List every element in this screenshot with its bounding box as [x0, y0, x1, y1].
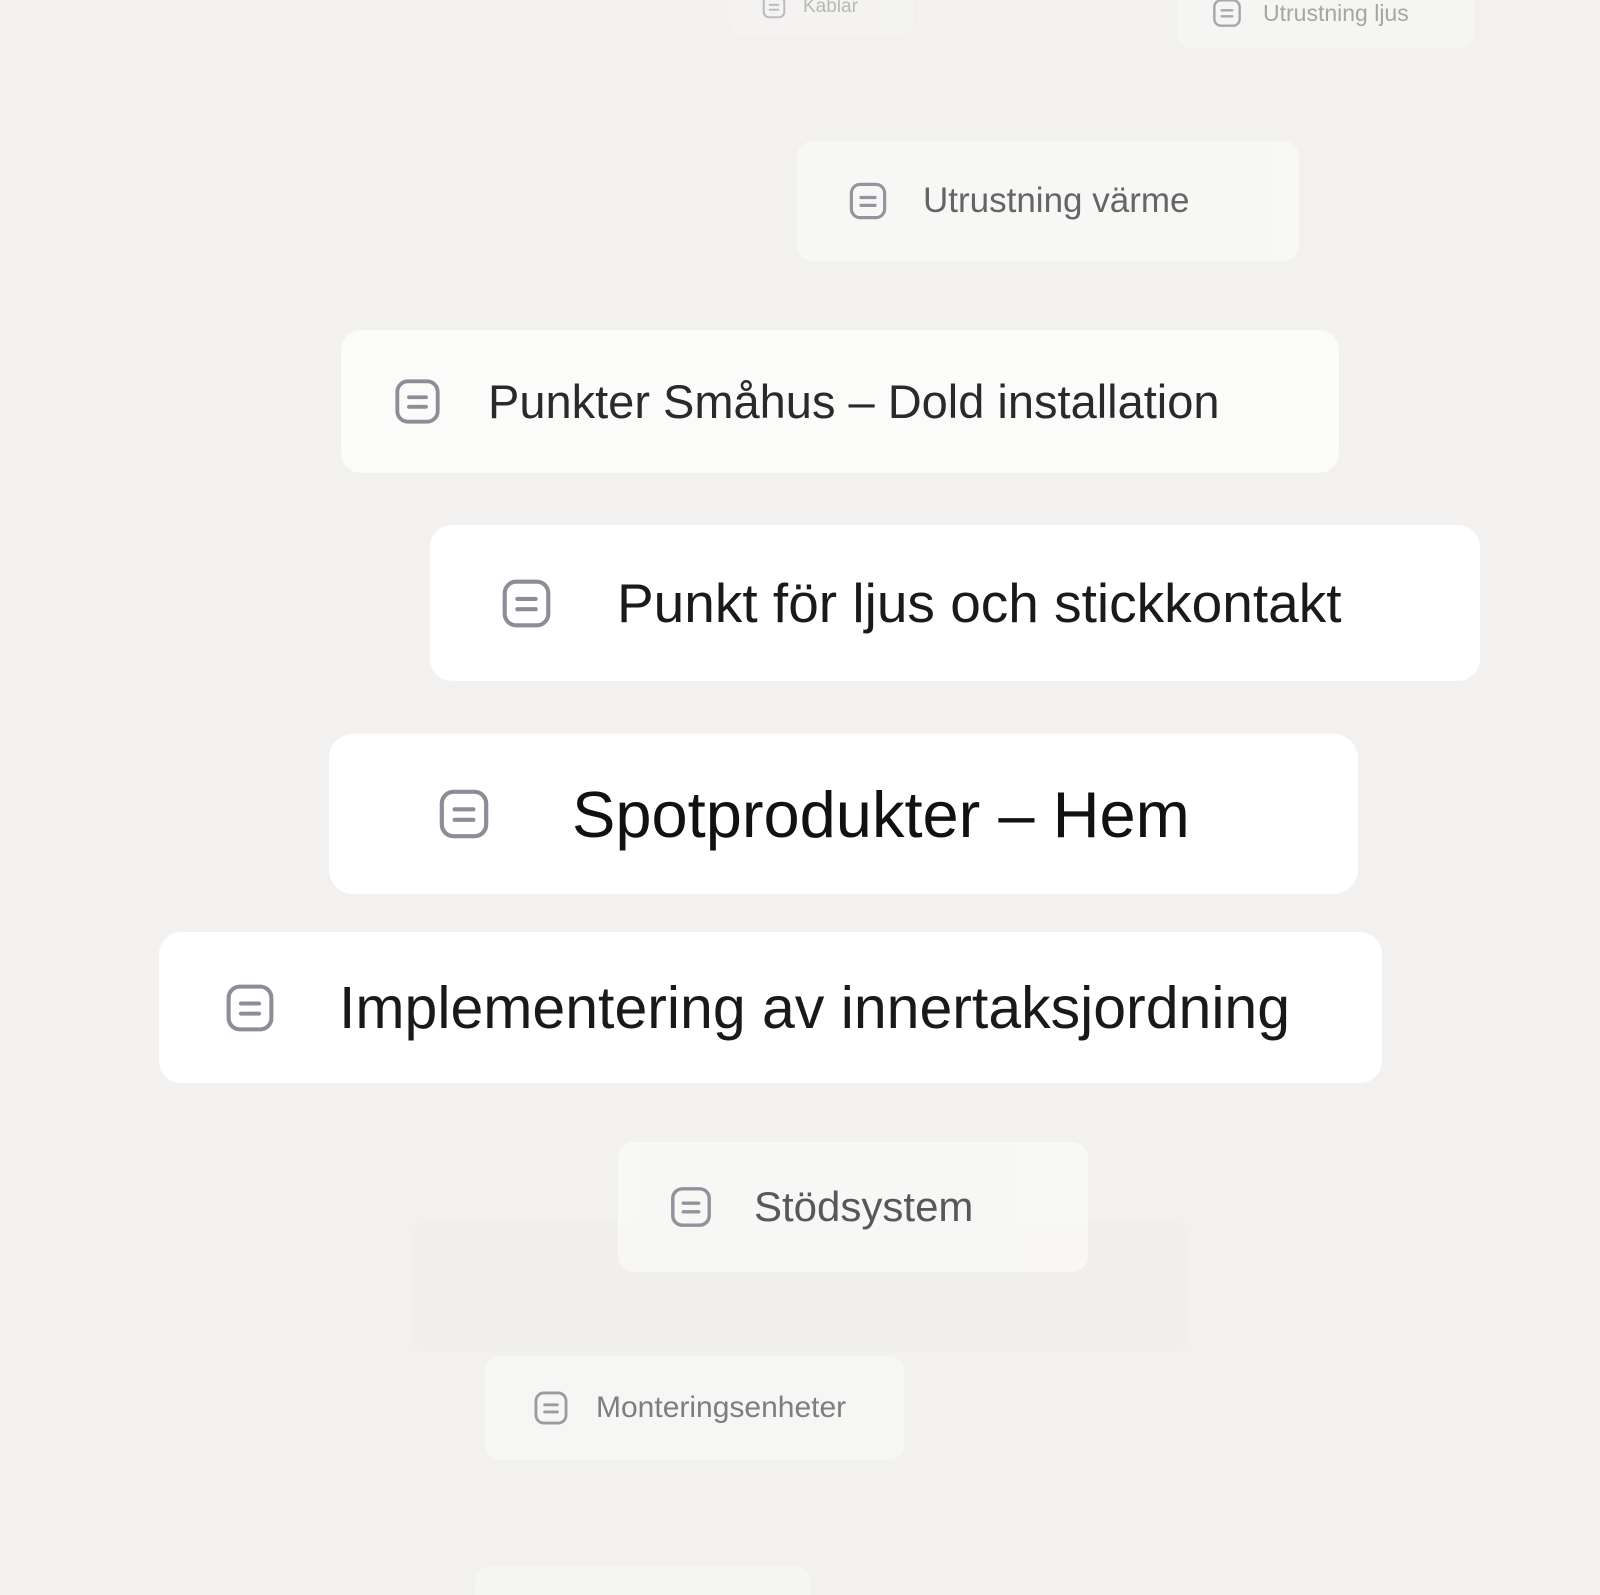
category-label: Implementering av innertaksjordning	[339, 974, 1291, 1041]
category-label: Monteringsenheter	[596, 1391, 847, 1424]
document-icon	[1211, 0, 1243, 29]
document-icon	[436, 786, 492, 842]
category-label: Utrustning ljus	[1263, 0, 1409, 26]
document-icon	[761, 0, 787, 20]
category-label: Punkt för ljus och stickkontakt	[617, 572, 1342, 634]
document-icon	[223, 981, 277, 1035]
category-cloud: Kablar Utrustning ljus Utrustning värme …	[0, 0, 1600, 1595]
document-icon	[668, 1184, 714, 1230]
document-icon	[532, 1389, 570, 1427]
document-icon	[392, 376, 443, 427]
category-card-kablar[interactable]: Kablar	[729, 0, 913, 36]
category-card-stodsystem[interactable]: Stödsystem	[618, 1142, 1088, 1272]
category-card-partial[interactable]	[475, 1566, 811, 1595]
category-card-punkter-smahus[interactable]: Punkter Småhus – Dold installation	[341, 330, 1339, 473]
category-card-spotprodukter-hem[interactable]: Spotprodukter – Hem	[329, 734, 1358, 894]
category-label: Punkter Småhus – Dold installation	[488, 375, 1220, 428]
document-icon	[847, 180, 889, 222]
category-label: Stödsystem	[754, 1183, 974, 1230]
category-label: Spotprodukter – Hem	[572, 777, 1190, 851]
category-label: Utrustning värme	[923, 181, 1190, 220]
category-card-utrustning-varme[interactable]: Utrustning värme	[797, 141, 1299, 261]
category-card-punkt-ljus-stickkontakt[interactable]: Punkt för ljus och stickkontakt	[430, 525, 1480, 681]
category-card-innertaksjordning[interactable]: Implementering av innertaksjordning	[159, 932, 1382, 1083]
category-card-utrustning-ljus[interactable]: Utrustning ljus	[1177, 0, 1475, 48]
document-icon	[499, 576, 554, 631]
category-label: Kablar	[803, 0, 858, 17]
category-card-monteringsenheter[interactable]: Monteringsenheter	[485, 1356, 904, 1460]
